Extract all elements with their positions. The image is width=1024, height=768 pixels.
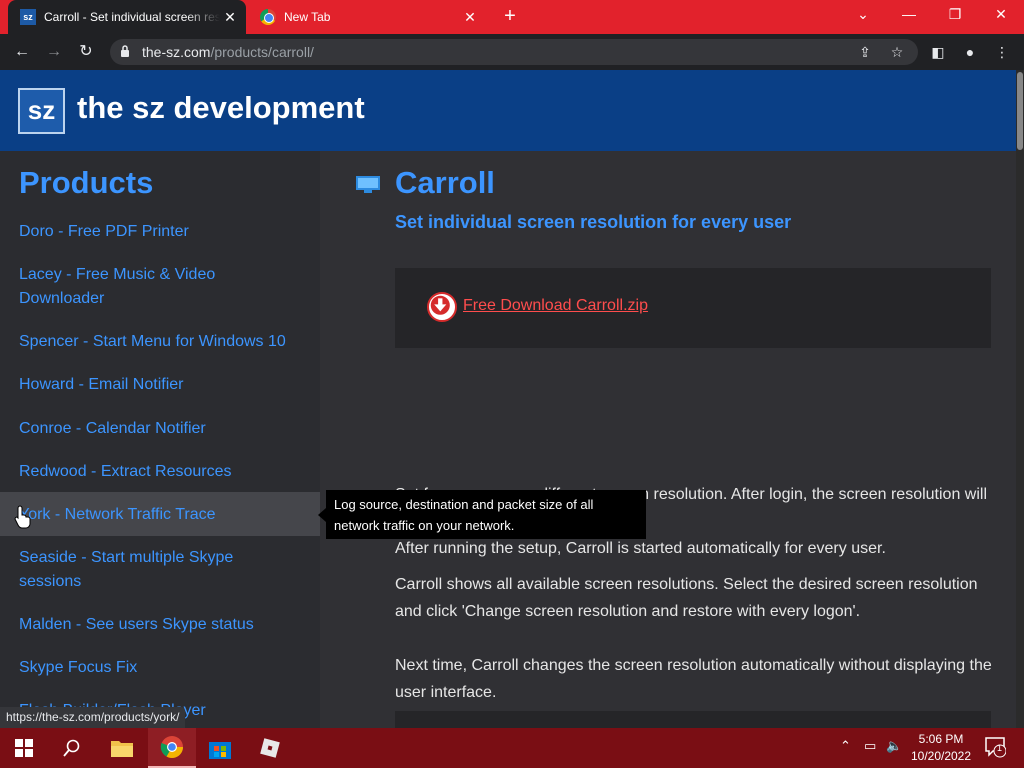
browser-toolbar: ← → ↻ the-sz.com/products/carroll/ ⇪ ☆ ◧… <box>0 34 1024 70</box>
chrome-icon <box>160 736 183 758</box>
products-sidebar: Products Doro - Free PDF Printer Lacey -… <box>0 151 320 728</box>
sidebar-item-label: Spencer - Start Menu for Windows 10 <box>19 333 286 350</box>
sidebar-item-redwood[interactable]: Redwood - Extract Resources <box>0 460 320 484</box>
sidebar-item-doro[interactable]: Doro - Free PDF Printer <box>0 220 320 244</box>
side-panel-icon[interactable]: ◧ <box>928 42 948 62</box>
clock-date: 10/20/2022 <box>910 749 972 763</box>
sidebar-item-conroe[interactable]: Conroe - Calendar Notifier <box>0 417 320 441</box>
tab-title: New Tab <box>284 10 331 24</box>
site-brand[interactable]: the sz development <box>77 90 365 126</box>
scrollbar-thumb[interactable] <box>1017 72 1023 150</box>
page-subtitle: Set individual screen resolution for eve… <box>395 212 792 232</box>
close-tab-icon[interactable]: ✕ <box>460 9 480 26</box>
roblox-icon <box>260 738 280 758</box>
page-title: Carroll <box>395 165 495 200</box>
sidebar-item-seaside[interactable]: Seaside - Start multiple Skype sessions <box>0 546 320 594</box>
profile-icon[interactable]: ● <box>960 42 980 62</box>
sidebar-item-york[interactable]: York - Network Traffic Trace <box>0 492 320 536</box>
close-window-button[interactable]: ✕ <box>978 0 1024 30</box>
sidebar-item-label: York - Network Traffic Trace <box>19 506 216 523</box>
roblox-button[interactable] <box>246 728 294 768</box>
bookmark-star-icon[interactable]: ☆ <box>888 43 906 61</box>
clock-time: 5:06 PM <box>918 732 964 746</box>
download-icon[interactable] <box>427 292 457 322</box>
file-explorer-button[interactable] <box>98 728 146 768</box>
notification-button[interactable]: 1 <box>984 736 1007 761</box>
monitor-icon <box>356 176 380 193</box>
web-page: sz the sz development Products Doro - Fr… <box>0 70 1016 728</box>
forward-button[interactable]: → <box>42 40 66 64</box>
site-header: sz the sz development <box>0 70 1016 151</box>
sidebar-item-label: Seaside - Start multiple Skype <box>19 549 234 566</box>
lock-icon <box>121 45 129 57</box>
sidebar-item-label: sessions <box>19 573 82 590</box>
url-text[interactable]: the-sz.com/products/carroll/ <box>142 44 314 60</box>
description-paragraph: Next time, Carroll changes the screen re… <box>395 657 992 701</box>
taskbar: ⌃ ▭ 🔈 5:06 PM 10/20/2022 1 <box>0 728 1024 768</box>
reload-button[interactable]: ↻ <box>74 40 98 64</box>
address-bar[interactable]: the-sz.com/products/carroll/ ⇪ ☆ <box>110 39 918 65</box>
hand-cursor-icon <box>14 505 31 529</box>
sidebar-item-lacey[interactable]: Lacey - Free Music & Video Downloader <box>0 263 320 311</box>
chrome-icon <box>260 9 276 25</box>
download-box: Free Download Carroll.zip <box>395 268 991 348</box>
description-paragraph: Carroll shows all available screen resol… <box>395 576 978 620</box>
new-tab-button[interactable]: + <box>498 5 522 29</box>
tab-new-tab[interactable]: New Tab ✕ <box>248 0 486 34</box>
sidebar-item-label: Downloader <box>19 290 105 307</box>
store-button[interactable] <box>196 728 244 768</box>
main-content: Carroll Set individual screen resolution… <box>320 151 1016 728</box>
taskbar-clock[interactable]: 5:06 PM 10/20/2022 <box>906 731 976 765</box>
sidebar-item-label: Conroe - Calendar Notifier <box>19 420 206 437</box>
notification-count: 1 <box>997 743 1003 753</box>
folder-icon <box>111 741 133 757</box>
volume-icon[interactable]: 🔈 <box>886 738 902 754</box>
tab-search-icon[interactable]: ⌄ <box>840 0 886 30</box>
site-logo[interactable]: sz <box>18 88 65 134</box>
restore-button[interactable]: ❐ <box>932 0 978 30</box>
sz-favicon-icon: sz <box>20 9 36 25</box>
url-host: the-sz.com <box>142 44 211 60</box>
sidebar-heading: Products <box>19 165 154 200</box>
status-url: https://the-sz.com/products/york/ <box>0 707 186 728</box>
close-tab-icon[interactable]: ✕ <box>220 9 240 26</box>
start-button[interactable] <box>0 728 48 768</box>
chrome-taskbar-button[interactable] <box>148 728 196 768</box>
content-box <box>395 711 991 728</box>
windows-icon <box>15 739 33 757</box>
share-icon[interactable]: ⇪ <box>856 43 874 61</box>
sidebar-item-label: Redwood - Extract Resources <box>19 463 232 480</box>
chevron-up-icon[interactable]: ⌃ <box>840 738 851 754</box>
tab-carroll[interactable]: sz Carroll - Set individual screen resol… <box>8 0 246 34</box>
tab-title: Carroll - Set individual screen resoluti… <box>44 10 220 24</box>
sidebar-item-howard[interactable]: Howard - Email Notifier <box>0 373 320 397</box>
minimize-button[interactable]: — <box>886 0 932 30</box>
back-button[interactable]: ← <box>10 40 34 64</box>
sidebar-item-malden[interactable]: Malden - See users Skype status <box>0 613 320 637</box>
description-paragraph: After running the setup, Carroll is star… <box>395 540 886 557</box>
notification-icon <box>985 737 1007 758</box>
url-path: /products/carroll/ <box>210 44 314 60</box>
sidebar-item-label: Skype Focus Fix <box>19 659 138 676</box>
search-icon <box>63 739 80 757</box>
sidebar-item-label: Doro - Free PDF Printer <box>19 223 189 240</box>
download-link[interactable]: Free Download Carroll.zip <box>463 297 648 315</box>
sidebar-item-label: Lacey - Free Music & Video <box>19 266 216 283</box>
tooltip: Log source, destination and packet size … <box>318 490 646 539</box>
sidebar-item-label: Howard - Email Notifier <box>19 376 184 393</box>
sidebar-item-label: Malden - See users Skype status <box>19 616 254 633</box>
vertical-scrollbar[interactable] <box>1016 70 1024 728</box>
search-button[interactable] <box>48 728 96 768</box>
network-icon[interactable]: ▭ <box>864 738 876 754</box>
menu-icon[interactable]: ⋮ <box>992 42 1012 62</box>
sidebar-item-skype-focus-fix[interactable]: Skype Focus Fix <box>0 656 320 680</box>
sidebar-item-spencer[interactable]: Spencer - Start Menu for Windows 10 <box>0 330 320 354</box>
store-icon <box>209 742 231 759</box>
tab-strip: sz Carroll - Set individual screen resol… <box>0 0 1024 34</box>
